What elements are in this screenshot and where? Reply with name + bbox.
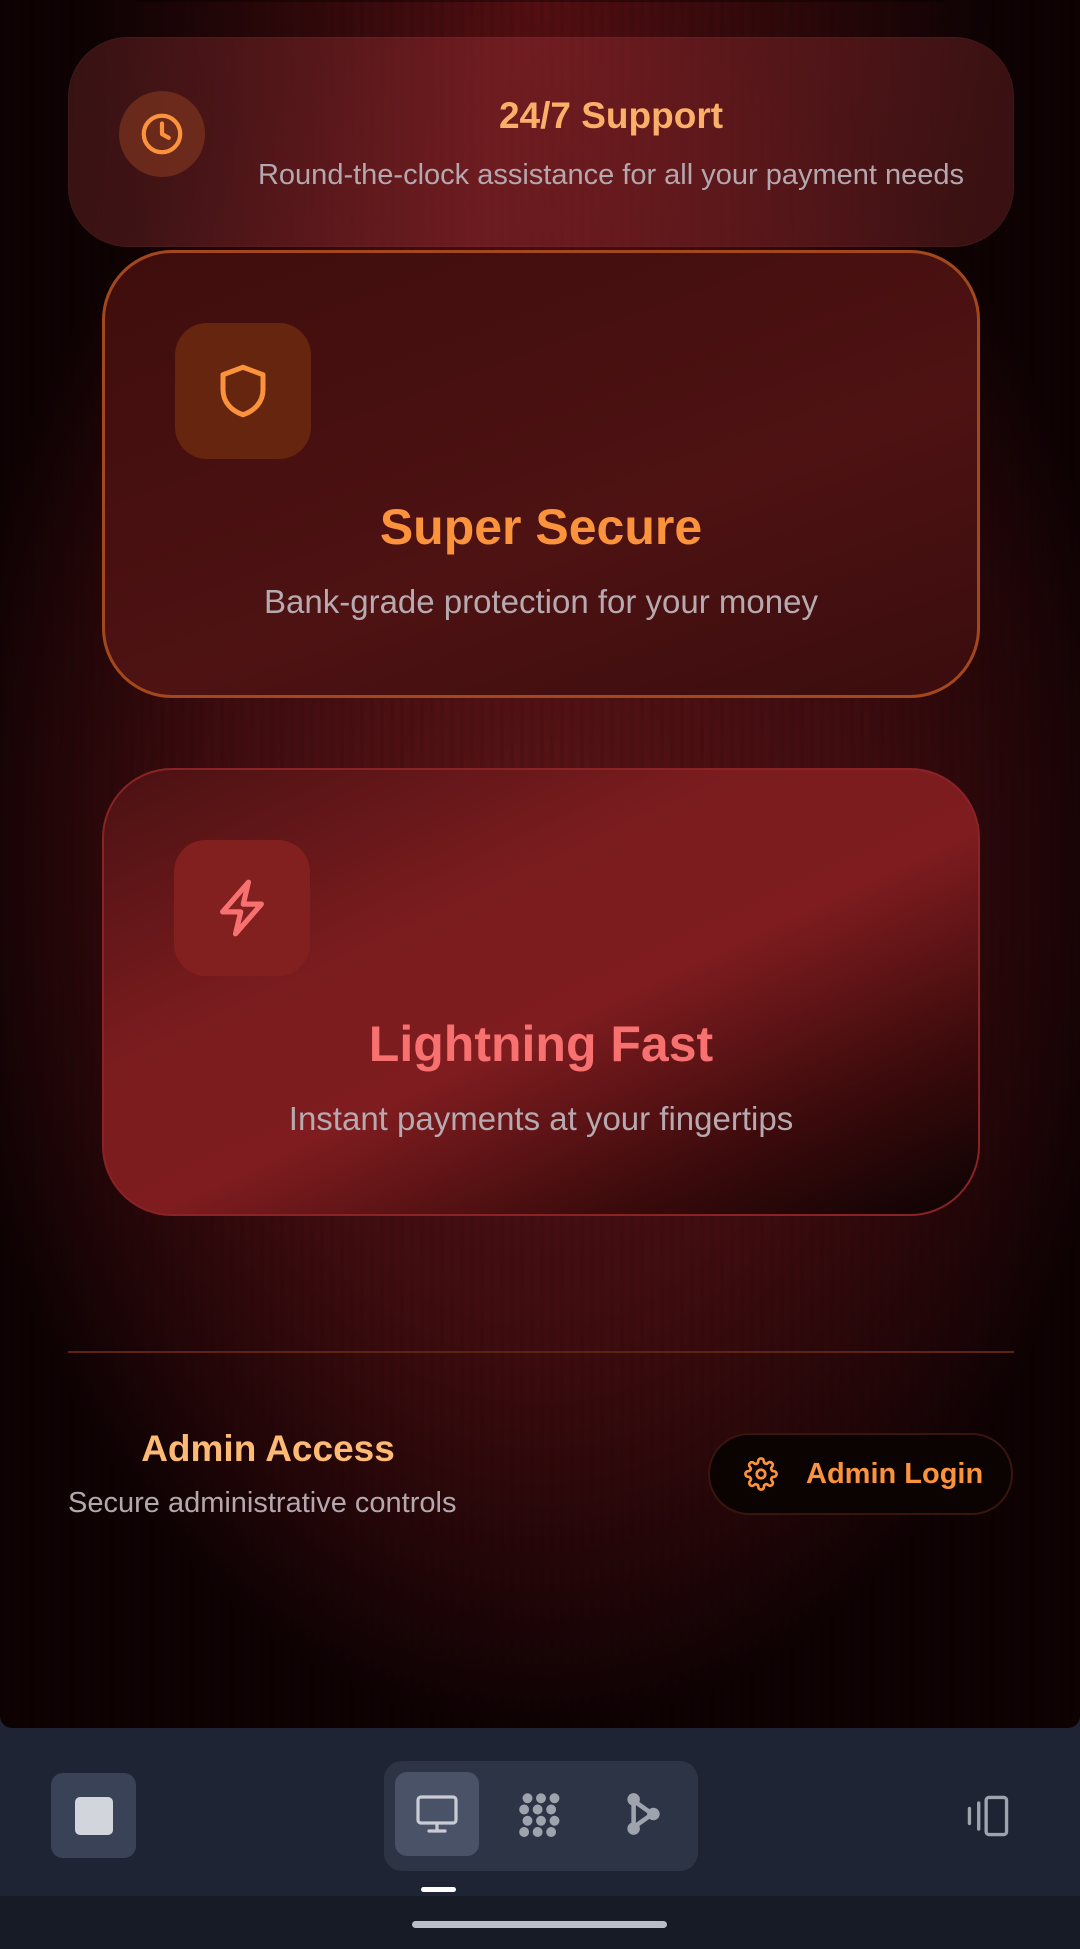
- rotate-device-button[interactable]: [958, 1788, 1018, 1844]
- previous-card-edge: [120, 0, 960, 2]
- support-description: Round-the-clock assistance for all your …: [257, 159, 965, 191]
- share-mode-button[interactable]: [601, 1772, 685, 1856]
- support-title: 24/7 Support: [498, 95, 724, 136]
- feature-title-fast: Lightning Fast: [368, 1016, 714, 1072]
- admin-title: Admin Access: [141, 1428, 395, 1469]
- shield-icon: [175, 323, 311, 459]
- admin-login-label: Admin Login: [806, 1457, 984, 1490]
- admin-login-button[interactable]: Admin Login: [708, 1433, 1013, 1515]
- clock-icon: [119, 91, 205, 177]
- system-toolbar: [0, 1728, 1080, 1896]
- grid-dots-icon: [514, 1787, 568, 1841]
- feature-card-fast: Lightning Fast Instant payments at your …: [102, 768, 980, 1216]
- support-card: 24/7 Support Round-the-clock assistance …: [68, 37, 1014, 247]
- active-mode-indicator: [421, 1887, 456, 1892]
- desktop-mode-button[interactable]: [395, 1772, 479, 1856]
- feature-description-fast: Instant payments at your fingertips: [288, 1100, 794, 1137]
- navigation-bar: [0, 1896, 1080, 1949]
- section-divider: [68, 1351, 1014, 1353]
- grid-mode-button[interactable]: [499, 1772, 583, 1856]
- mode-switcher: [384, 1761, 698, 1871]
- stop-button[interactable]: [51, 1773, 136, 1858]
- app-screen: 24/7 Support Round-the-clock assistance …: [0, 0, 1080, 1728]
- home-gesture-bar[interactable]: [412, 1921, 667, 1928]
- lightning-icon: [174, 840, 310, 976]
- stop-icon: [74, 1796, 113, 1835]
- feature-card-secure: Super Secure Bank-grade protection for y…: [102, 250, 980, 698]
- feature-title-secure: Super Secure: [379, 499, 703, 555]
- share-nodes-icon: [618, 1789, 668, 1839]
- rotate-device-icon: [962, 1793, 1014, 1839]
- gear-icon: [744, 1457, 778, 1491]
- desktop-icon: [413, 1790, 461, 1838]
- feature-description-secure: Bank-grade protection for your money: [264, 583, 818, 620]
- admin-subtitle: Secure administrative controls: [68, 1487, 457, 1519]
